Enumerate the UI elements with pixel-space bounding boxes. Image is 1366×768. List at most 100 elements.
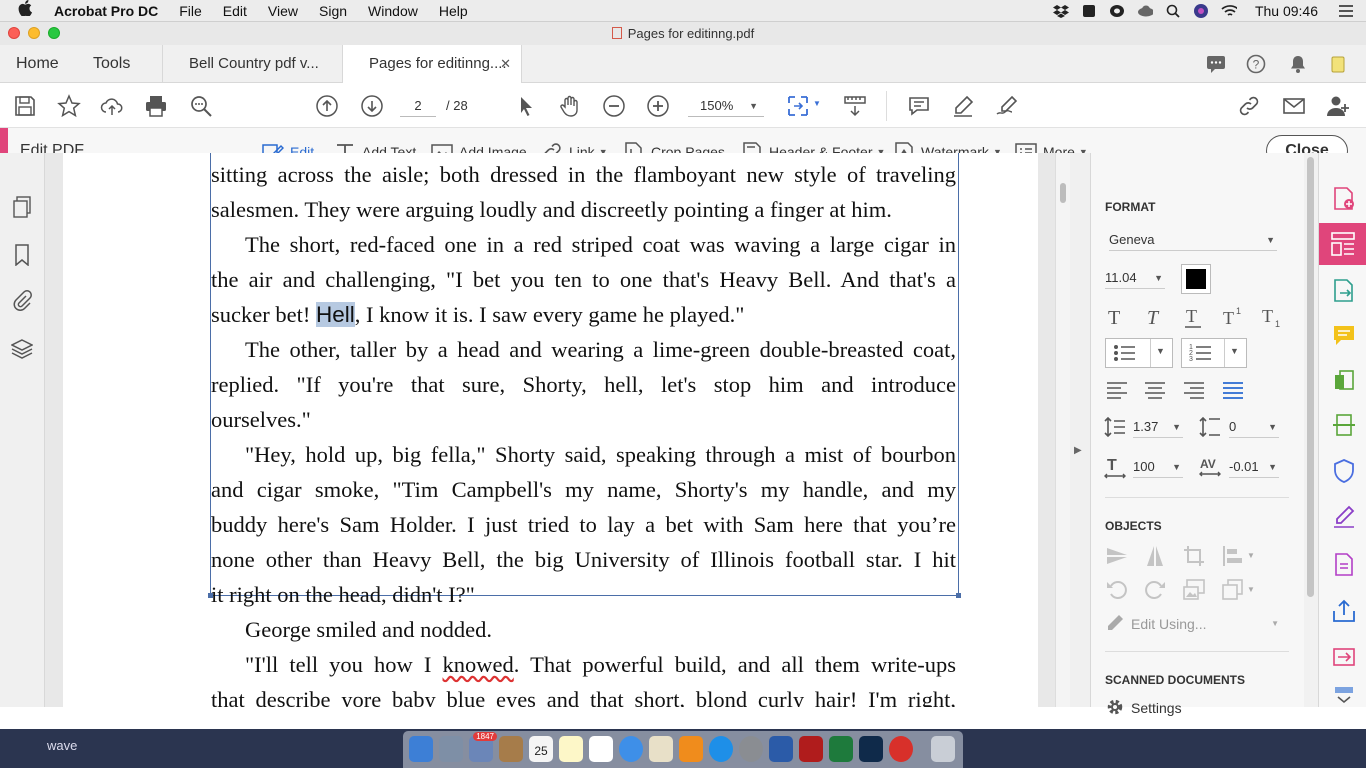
font-color-picker[interactable] bbox=[1181, 264, 1211, 294]
notifications-bell-icon[interactable] bbox=[1288, 54, 1308, 74]
evernote-icon[interactable] bbox=[1081, 4, 1097, 18]
document-text[interactable]: sitting across the aisle; both dressed i… bbox=[211, 157, 956, 707]
edit-pdf-tool-icon[interactable] bbox=[1319, 223, 1366, 265]
creative-cloud-icon[interactable] bbox=[1109, 4, 1125, 18]
menu-sign[interactable]: Sign bbox=[319, 3, 347, 19]
menu-window[interactable]: Window bbox=[368, 3, 418, 19]
page-number-input[interactable]: 2 bbox=[400, 95, 436, 117]
fit-page-icon[interactable] bbox=[786, 94, 810, 118]
excel-icon[interactable] bbox=[829, 736, 853, 762]
menu-file[interactable]: File bbox=[179, 3, 202, 19]
align-justify-icon[interactable] bbox=[1221, 378, 1245, 402]
scanned-settings-button[interactable]: Settings bbox=[1105, 697, 1182, 719]
help-icon[interactable]: ? bbox=[1246, 54, 1266, 74]
bold-text-icon[interactable]: T bbox=[1105, 305, 1129, 329]
subscript-icon[interactable]: T1 bbox=[1260, 305, 1284, 329]
protect-shield-icon[interactable] bbox=[1332, 459, 1356, 483]
scrollbar-thumb[interactable] bbox=[1060, 183, 1066, 203]
zoom-out-icon[interactable] bbox=[602, 94, 626, 118]
notification-center-icon[interactable] bbox=[1338, 4, 1354, 18]
menubar-clock[interactable]: Thu 09:46 bbox=[1255, 3, 1318, 19]
mobile-link-icon[interactable] bbox=[1328, 54, 1348, 74]
create-pdf-icon[interactable] bbox=[1332, 187, 1356, 211]
resize-handle[interactable] bbox=[956, 593, 961, 598]
word-icon[interactable] bbox=[769, 736, 793, 762]
save-icon[interactable] bbox=[13, 94, 37, 118]
finder-icon[interactable] bbox=[409, 736, 433, 762]
scrollbar-thumb[interactable] bbox=[1307, 157, 1314, 597]
icloud-icon[interactable] bbox=[1137, 4, 1153, 18]
document-scrollbar[interactable] bbox=[1055, 153, 1070, 707]
menu-view[interactable]: View bbox=[268, 3, 298, 19]
horizontal-scale-select[interactable]: 100 ▼ bbox=[1133, 456, 1183, 478]
align-center-icon[interactable] bbox=[1143, 378, 1167, 402]
misspelled-word[interactable]: knowed bbox=[443, 652, 514, 677]
notes-icon[interactable] bbox=[559, 736, 583, 762]
draw-freehand-icon[interactable] bbox=[995, 94, 1019, 118]
system-preferences-icon[interactable] bbox=[739, 736, 763, 762]
align-right-icon[interactable] bbox=[1182, 378, 1206, 402]
character-spacing-select[interactable]: -0.01 ▼ bbox=[1229, 456, 1279, 478]
close-window-button[interactable] bbox=[8, 27, 20, 39]
hand-tool-icon[interactable] bbox=[558, 94, 582, 118]
tab-tools[interactable]: Tools bbox=[93, 45, 130, 83]
selected-word[interactable]: Hell bbox=[315, 302, 355, 327]
wifi-icon[interactable] bbox=[1221, 4, 1237, 18]
reminders-icon[interactable] bbox=[589, 736, 613, 762]
page-thumbnails-icon[interactable] bbox=[11, 196, 33, 218]
bookmark-star-icon[interactable] bbox=[57, 94, 81, 118]
acrobat-icon[interactable] bbox=[799, 736, 823, 762]
previous-page-icon[interactable] bbox=[315, 94, 339, 118]
underline-text-icon[interactable]: T bbox=[1182, 305, 1206, 329]
contacts-icon[interactable] bbox=[499, 736, 523, 762]
zoom-level-select[interactable]: 150% ▼ bbox=[688, 95, 764, 117]
document-viewport[interactable]: sitting across the aisle; both dressed i… bbox=[45, 153, 1055, 707]
print-icon[interactable] bbox=[144, 94, 168, 118]
menu-edit[interactable]: Edit bbox=[223, 3, 247, 19]
comments-icon[interactable] bbox=[1206, 54, 1226, 74]
menu-help[interactable]: Help bbox=[439, 3, 468, 19]
app-menu[interactable]: Acrobat Pro DC bbox=[54, 3, 158, 19]
document-tab[interactable]: Bell Country pdf v... bbox=[162, 45, 342, 83]
layers-icon[interactable] bbox=[10, 338, 34, 360]
siri-icon[interactable] bbox=[1193, 4, 1209, 18]
superscript-icon[interactable]: T1 bbox=[1221, 305, 1245, 329]
line-spacing-select[interactable]: 1.37 ▼ bbox=[1133, 416, 1183, 438]
font-size-select[interactable]: 11.04 ▼ bbox=[1105, 267, 1165, 289]
creative-cloud-dock-icon[interactable] bbox=[889, 736, 913, 762]
preview-icon[interactable] bbox=[649, 736, 673, 762]
launchpad-icon[interactable] bbox=[439, 736, 463, 762]
attachments-paperclip-icon[interactable] bbox=[11, 290, 33, 312]
dropbox-icon[interactable] bbox=[1052, 4, 1069, 18]
find-zoom-icon[interactable] bbox=[189, 94, 213, 118]
fill-sign-icon[interactable] bbox=[1332, 505, 1356, 529]
photoshop-icon[interactable] bbox=[859, 736, 883, 762]
scan-ocr-icon[interactable] bbox=[1332, 413, 1356, 437]
scroll-mode-icon[interactable] bbox=[843, 94, 867, 118]
spotlight-search-icon[interactable] bbox=[1165, 4, 1181, 18]
format-panel-scrollbar[interactable] bbox=[1304, 153, 1318, 707]
mail-stamps-icon[interactable]: 1847 bbox=[469, 732, 497, 762]
highlight-pen-icon[interactable] bbox=[951, 94, 975, 118]
minimize-window-button[interactable] bbox=[28, 27, 40, 39]
combine-files-icon[interactable] bbox=[1332, 645, 1356, 669]
add-user-icon[interactable] bbox=[1326, 94, 1350, 118]
zoom-window-button[interactable] bbox=[48, 27, 60, 39]
align-left-icon[interactable] bbox=[1105, 378, 1129, 402]
fit-page-dropdown-icon[interactable]: ▼ bbox=[813, 99, 821, 108]
collapse-right-pane-icon[interactable]: ▶ bbox=[1074, 445, 1082, 456]
share-link-icon[interactable] bbox=[1237, 94, 1261, 118]
comment-tool-icon[interactable] bbox=[1332, 323, 1356, 347]
close-tab-icon[interactable]: ✕ bbox=[500, 45, 511, 83]
calendar-icon[interactable]: 25 bbox=[529, 736, 553, 762]
apple-menu-icon[interactable] bbox=[18, 0, 38, 21]
document-tab-active[interactable]: Pages for editinng.... ✕ bbox=[342, 45, 522, 84]
email-icon[interactable] bbox=[1282, 94, 1306, 118]
font-family-select[interactable]: Geneva ▼ bbox=[1109, 229, 1277, 251]
select-pointer-icon[interactable] bbox=[514, 94, 538, 118]
zoom-in-icon[interactable] bbox=[646, 94, 670, 118]
tab-home[interactable]: Home bbox=[16, 45, 59, 83]
export-pdf-icon[interactable] bbox=[1332, 279, 1356, 303]
italic-text-icon[interactable]: T bbox=[1143, 305, 1167, 329]
prepare-form-icon[interactable] bbox=[1332, 553, 1356, 577]
